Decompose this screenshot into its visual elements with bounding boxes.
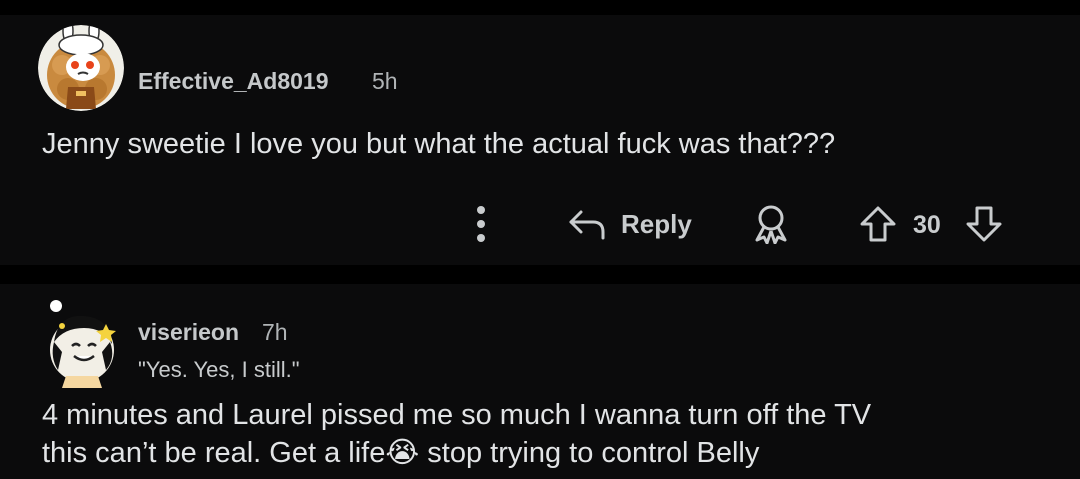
comment-body-line-2: this can’t be real. Get a life😭 stop try… [42, 434, 759, 472]
snoo-avatar-icon [38, 25, 124, 111]
award-button[interactable] [752, 204, 790, 244]
username[interactable]: viserieon [138, 319, 239, 346]
comment-body-line-1: 4 minutes and Laurel pissed me so much I… [42, 399, 872, 431]
reply-label: Reply [621, 208, 692, 239]
downvote-button[interactable] [964, 204, 1004, 244]
upvote-button[interactable] [858, 204, 898, 244]
comment-body: Jenny sweetie I love you but what the ac… [42, 128, 836, 160]
upvote-icon [860, 206, 896, 242]
vote-count: 30 [913, 208, 941, 242]
snoo-avatar-icon [50, 300, 116, 388]
more-icon [477, 206, 485, 242]
comment-actions: Reply 30 [0, 200, 1080, 248]
comment-age: 5h [372, 68, 398, 94]
user-flair: "Yes. Yes, I still." [138, 357, 300, 382]
more-options-button[interactable] [470, 204, 492, 244]
vote-count-label: 30 [913, 210, 941, 239]
user-avatar[interactable] [44, 298, 120, 388]
comment-card: Effective_Ad8019 5h Jenny sweetie I love… [0, 15, 1080, 265]
crying-emoji: 😭 [385, 437, 420, 469]
user-avatar[interactable] [38, 25, 124, 111]
comment-card: viserieon 7h "Yes. Yes, I still." 4 minu… [0, 284, 1080, 479]
comment-body-text: stop trying to control Belly [419, 437, 760, 469]
comment-body-text: this can’t be real. Get a life [42, 437, 386, 469]
downvote-icon [966, 206, 1002, 242]
reply-button[interactable]: Reply [567, 204, 692, 244]
reply-arrow-icon [569, 210, 605, 240]
username[interactable]: Effective_Ad8019 [138, 68, 329, 95]
award-icon [755, 205, 787, 244]
comment-age: 7h [262, 319, 288, 345]
